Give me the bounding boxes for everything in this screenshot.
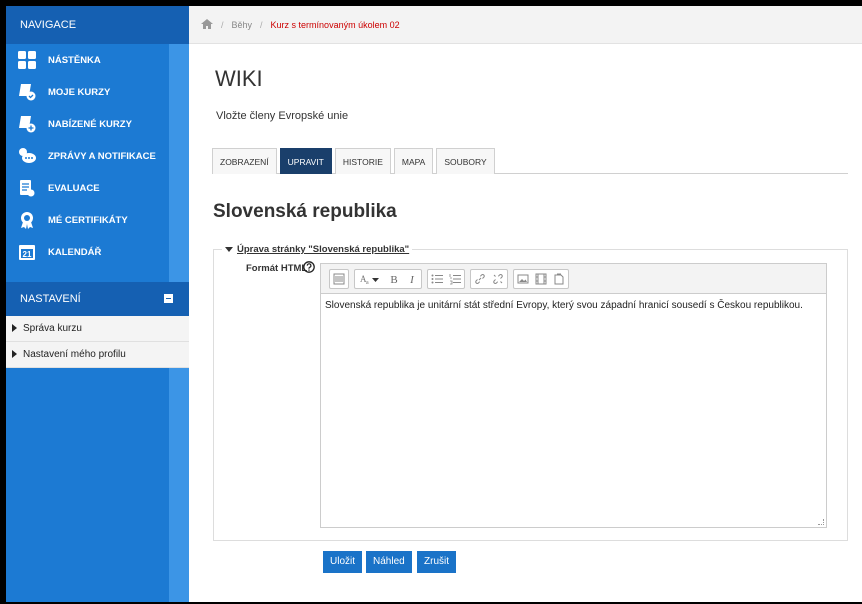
nav-list: NÁSTĚNKA MOJE KURZY NABÍZENÉ KURZY ZPRÁV… <box>6 44 189 268</box>
breadcrumb-item[interactable]: Běhy <box>232 20 253 30</box>
nav-item-certificates[interactable]: MÉ CERTIFIKÁTY <box>6 204 189 236</box>
fieldset-legend[interactable]: Úprava stránky "Slovenská republika" <box>222 244 413 255</box>
toolbar-toggle-button[interactable] <box>330 270 348 288</box>
nav-item-messages[interactable]: ZPRÁVY A NOTIFIKACE <box>6 140 189 172</box>
svg-text:21: 21 <box>23 250 32 259</box>
save-button[interactable]: Uložit <box>323 551 363 573</box>
nav-item-label: KALENDÁŘ <box>48 246 102 258</box>
insert-image-button[interactable] <box>514 270 532 288</box>
settings-title: NASTAVENÍ <box>20 293 81 305</box>
toolbar-group <box>513 268 569 289</box>
settings-list: Správa kurzu Nastavení mého profilu <box>6 316 189 368</box>
help-icon[interactable] <box>303 261 315 273</box>
numbered-list-icon <box>449 273 461 284</box>
italic-icon: I <box>409 274 415 285</box>
sidebar: NAVIGACE NÁSTĚNKA MOJE KURZY NABÍZENÉ KU… <box>6 6 189 602</box>
numbered-list-button[interactable] <box>446 270 464 288</box>
breadcrumb: / Běhy / Kurz s termínovaným úkolem 02 <box>189 6 862 44</box>
tab-bar: ZOBRAZENÍ UPRAVIT HISTORIE MAPA SOUBORY <box>212 148 848 174</box>
svg-text:a: a <box>366 280 369 285</box>
main-content: / Běhy / Kurz s termínovaným úkolem 02 W… <box>189 6 862 602</box>
nav-item-label: ZPRÁVY A NOTIFIKACE <box>48 150 156 162</box>
legend-label: Úprava stránky "Slovenská republika" <box>237 244 410 255</box>
settings-item-label: Správa kurzu <box>23 323 82 334</box>
nav-item-my-courses[interactable]: MOJE KURZY <box>6 76 189 108</box>
tab-files[interactable]: SOUBORY <box>436 148 495 174</box>
nav-item-label: MÉ CERTIFIKÁTY <box>48 214 128 226</box>
toolbar-group: Aa B I <box>354 268 422 289</box>
nav-header: NAVIGACE <box>6 6 189 44</box>
nav-item-offered-courses[interactable]: NABÍZENÉ KURZY <box>6 108 189 140</box>
media-icon <box>535 273 547 284</box>
html-editor[interactable]: Slovenská republika je unitární stát stř… <box>320 293 827 528</box>
nav-item-label: MOJE KURZY <box>48 86 111 98</box>
field-label: Formát HTML <box>246 263 308 274</box>
bullet-list-icon <box>431 274 443 283</box>
resize-handle[interactable] <box>818 519 824 525</box>
certificate-icon <box>16 210 38 230</box>
svg-text:I: I <box>409 274 415 285</box>
bold-icon: B <box>390 274 397 285</box>
home-icon[interactable] <box>201 18 213 32</box>
dashboard-icon <box>16 50 38 70</box>
offered-courses-icon <box>16 114 38 134</box>
insert-media-button[interactable] <box>532 270 550 288</box>
toolbar-toggle-icon <box>333 273 345 284</box>
font-style-icon: Aa <box>360 274 379 285</box>
link-icon <box>475 273 485 284</box>
expand-arrow-icon <box>12 350 17 359</box>
nav-item-calendar[interactable]: 21 KALENDÁŘ <box>6 236 189 268</box>
nav-item-label: EVALUACE <box>48 182 100 194</box>
link-button[interactable] <box>471 270 489 288</box>
section-heading: Slovenská republika <box>213 201 397 222</box>
nav-item-label: NABÍZENÉ KURZY <box>48 118 132 130</box>
calendar-icon: 21 <box>16 242 38 262</box>
bold-button[interactable]: B <box>385 270 403 288</box>
breadcrumb-separator: / <box>260 19 263 30</box>
manage-files-button[interactable] <box>550 270 568 288</box>
settings-item-label: Nastavení mého profilu <box>23 349 126 360</box>
settings-header: NASTAVENÍ <box>6 282 189 316</box>
cancel-button[interactable]: Zrušit <box>417 551 456 573</box>
breadcrumb-separator: / <box>221 19 224 30</box>
svg-text:B: B <box>390 274 397 285</box>
nav-item-label: NÁSTĚNKA <box>48 54 101 66</box>
italic-button[interactable]: I <box>403 270 421 288</box>
breadcrumb-current[interactable]: Kurz s termínovaným úkolem 02 <box>271 20 400 30</box>
unlink-button[interactable] <box>489 270 507 288</box>
tab-history[interactable]: HISTORIE <box>334 148 391 174</box>
collapse-arrow-icon <box>225 246 233 252</box>
tab-view[interactable]: ZOBRAZENÍ <box>212 148 277 174</box>
expand-arrow-icon <box>12 324 17 333</box>
collapse-icon[interactable] <box>164 294 173 303</box>
page-intro: Vložte členy Evropské unie <box>216 110 349 122</box>
my-courses-icon <box>16 82 38 102</box>
editor-toolbar: Aa B I <box>320 263 827 293</box>
editor-content: Slovenská republika je unitární stát stř… <box>325 300 803 311</box>
tab-map[interactable]: MAPA <box>393 148 434 174</box>
unlink-icon <box>493 273 503 284</box>
preview-button[interactable]: Náhled <box>366 551 412 573</box>
toolbar-group <box>329 268 349 289</box>
messages-icon <box>16 146 38 166</box>
tab-edit[interactable]: UPRAVIT <box>279 148 332 174</box>
nav-item-evaluation[interactable]: EVALUACE <box>6 172 189 204</box>
toolbar-group <box>427 268 465 289</box>
page-title: WIKI <box>215 66 263 91</box>
settings-item-profile[interactable]: Nastavení mého profilu <box>6 342 189 368</box>
image-icon <box>517 274 529 283</box>
font-style-button[interactable]: Aa <box>355 270 385 288</box>
files-icon <box>554 273 564 284</box>
bullet-list-button[interactable] <box>428 270 446 288</box>
toolbar-group <box>470 268 508 289</box>
nav-item-dashboard[interactable]: NÁSTĚNKA <box>6 44 189 76</box>
settings-item-course-admin[interactable]: Správa kurzu <box>6 316 189 342</box>
evaluation-icon <box>16 178 38 198</box>
